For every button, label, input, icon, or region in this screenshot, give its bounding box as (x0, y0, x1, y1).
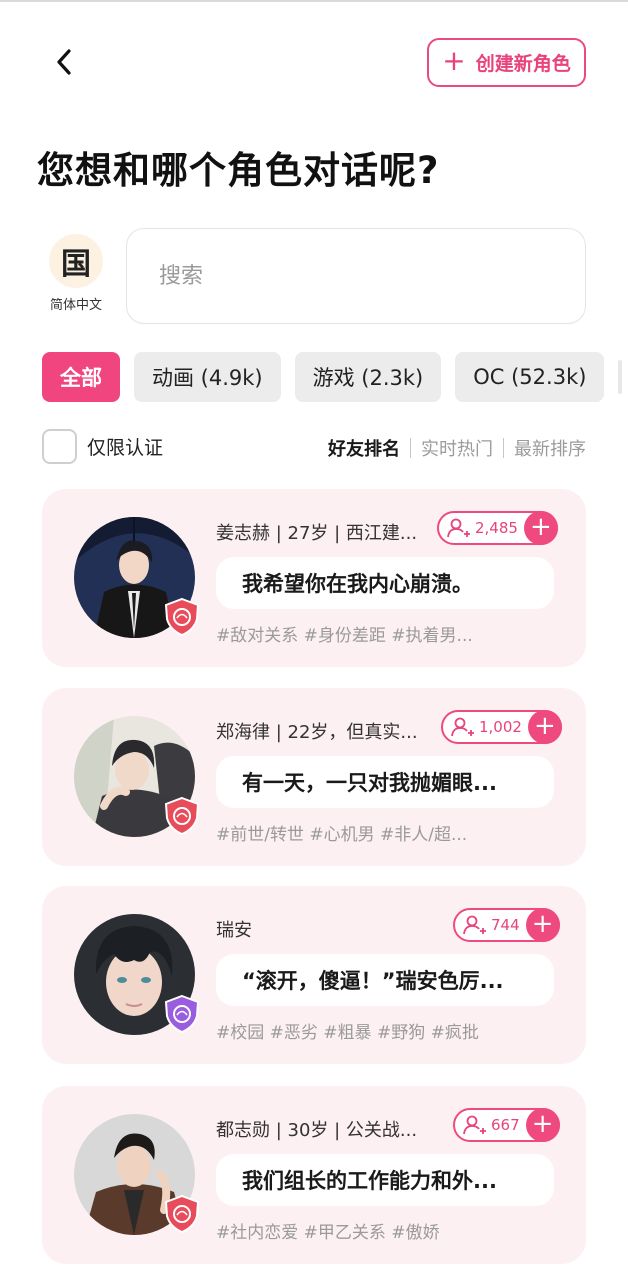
add-friend-icon (463, 915, 486, 935)
follower-count: 667 (491, 1116, 520, 1134)
filter-chip-all[interactable]: 全部 (42, 352, 120, 402)
add-friend-icon (463, 1115, 486, 1135)
character-greeting: “滚开，傻逼！”瑞安色厉... (216, 954, 554, 1006)
character-card[interactable]: 姜志赫 | 27岁 | 西江建... 2,485 + 我希望你在我内心崩溃。 #… (42, 489, 586, 667)
follow-button[interactable]: 2,485 + (437, 511, 558, 545)
page-title: 您想和哪个角色对话呢? (37, 149, 440, 192)
red-shield-icon (164, 597, 200, 637)
verified-only-toggle[interactable]: 仅限认证 (42, 429, 163, 464)
language-label: 简体中文 (49, 298, 102, 313)
language-selector[interactable]: 国 简体中文 (46, 234, 106, 313)
back-button[interactable] (44, 40, 84, 84)
divider (503, 438, 504, 458)
divider (410, 438, 411, 458)
plus-icon: + (442, 44, 466, 77)
sort-newest[interactable]: 最新排序 (514, 435, 586, 461)
sort-trending[interactable]: 实时热门 (421, 435, 493, 461)
plus-icon: + (527, 710, 562, 744)
filter-chip-oc[interactable]: OC (52.3k) (455, 352, 605, 402)
character-greeting: 我希望你在我内心崩溃。 (216, 557, 554, 609)
search-input[interactable] (126, 228, 586, 324)
character-meta: 瑞安 (216, 920, 252, 941)
character-tags: #敌对关系 #身份差距 #执着男... (216, 626, 473, 646)
follower-count: 2,485 (475, 519, 518, 537)
character-tags: #校园 #恶劣 #粗暴 #野狗 #疯批 (216, 1023, 479, 1043)
chevron-left-icon (57, 49, 71, 75)
character-card[interactable]: 瑞安 744 + “滚开，傻逼！”瑞安色厉... #校园 #恶劣 #粗暴 #野狗… (42, 886, 586, 1064)
status-divider (0, 0, 628, 2)
verified-only-label: 仅限认证 (87, 437, 164, 459)
red-shield-icon (164, 796, 200, 836)
character-meta: 郑海律 | 22岁，但真实... (216, 722, 418, 743)
language-icon: 国 (49, 234, 103, 288)
follower-count: 744 (491, 916, 520, 934)
add-friend-icon (451, 717, 474, 737)
plus-icon: + (525, 1108, 560, 1142)
follow-button[interactable]: 1,002 + (441, 710, 562, 744)
plus-icon: + (525, 908, 560, 942)
follow-button[interactable]: 744 + (453, 908, 560, 942)
character-tags: #社内恋爱 #甲乙关系 #傲娇 (216, 1223, 440, 1243)
verified-only-checkbox[interactable] (42, 429, 77, 464)
create-character-label: 创建新角色 (475, 53, 571, 75)
follow-button[interactable]: 667 + (453, 1108, 560, 1142)
filter-chip-anime[interactable]: 动画 (4.9k) (134, 352, 281, 402)
character-tags: #前世/转世 #心机男 #非人/超... (216, 825, 468, 845)
character-card[interactable]: 郑海律 | 22岁，但真实... 1,002 + 有一天，一只对我抛媚眼... … (42, 688, 586, 866)
follower-count: 1,002 (479, 718, 522, 736)
character-meta: 都志勋 | 30岁 | 公关战... (216, 1120, 418, 1141)
character-greeting: 我们组长的工作能力和外... (216, 1154, 554, 1206)
next-filter-chip-edge[interactable] (618, 360, 622, 394)
add-friend-icon (447, 518, 470, 538)
purple-shield-icon (164, 994, 200, 1034)
character-card[interactable]: 都志勋 | 30岁 | 公关战... 667 + 我们组长的工作能力和外... … (42, 1086, 586, 1264)
sort-friend-ranking[interactable]: 好友排名 (328, 435, 400, 461)
character-meta: 姜志赫 | 27岁 | 西江建... (216, 523, 418, 544)
create-character-button[interactable]: + 创建新角色 (427, 38, 586, 87)
red-shield-icon (164, 1194, 200, 1234)
plus-icon: + (523, 511, 558, 545)
character-greeting: 有一天，一只对我抛媚眼... (216, 756, 554, 808)
filter-chip-games[interactable]: 游戏 (2.3k) (294, 352, 442, 402)
sort-options: 好友排名 实时热门 最新排序 (328, 435, 586, 461)
category-filter-bar: 全部 动画 (4.9k) 游戏 (2.3k) OC (52.3k) (42, 352, 605, 402)
